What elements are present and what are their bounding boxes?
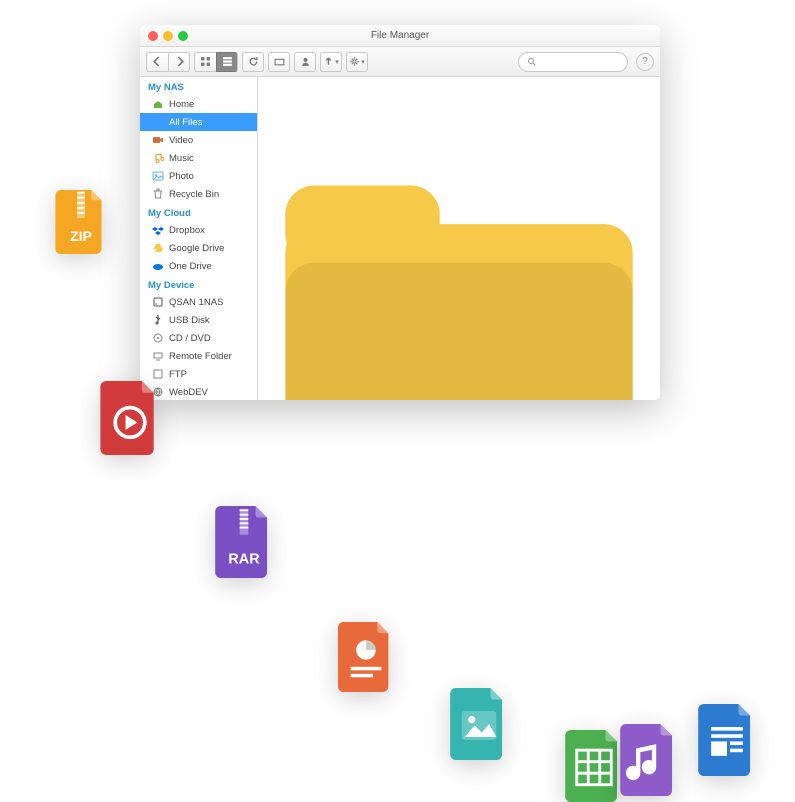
grid-view-button[interactable] <box>194 52 216 72</box>
ftp-icon <box>152 368 164 380</box>
sidebar-item-remote-folder[interactable]: Remote Folder <box>140 347 257 365</box>
remote-icon <box>152 350 164 362</box>
toolbar: ▾ ▾ ? <box>140 47 660 77</box>
nav-buttons <box>146 52 190 72</box>
sidebar-item-label: FTP <box>169 369 187 380</box>
view-buttons <box>194 52 238 72</box>
help-button[interactable]: ? <box>636 53 654 71</box>
file-manager-window: File Manager ▾ ▾ ? My NAS Home All Files Vi… <box>140 25 660 400</box>
sidebar-item-label: Home <box>169 99 194 110</box>
decoration-pres-icon <box>338 622 394 692</box>
sidebar-item-music[interactable]: Music <box>140 149 257 167</box>
titlebar: File Manager <box>140 25 660 47</box>
sidebar-item-label: WebDEV <box>169 387 208 398</box>
sidebar-item-photo[interactable]: Photo <box>140 167 257 185</box>
decoration-doc-icon <box>698 704 756 776</box>
minimize-button[interactable] <box>163 31 173 41</box>
sidebar-item-cd-dvd[interactable]: CD / DVD <box>140 329 257 347</box>
sidebar-item-dropbox[interactable]: Dropbox <box>140 221 257 239</box>
user-button[interactable] <box>294 52 316 72</box>
sidebar-item-label: Photo <box>169 171 194 182</box>
sidebar-item-label: One Drive <box>169 261 212 272</box>
file-item-folder[interactable] <box>266 89 652 400</box>
folder-icon <box>152 116 164 128</box>
decoration-play-icon <box>100 381 160 455</box>
usb-icon <box>152 314 164 326</box>
sidebar-section-header: My Device <box>140 275 257 293</box>
content-area: RARRARZIP <box>258 77 660 400</box>
sidebar-item-qsan-1nas[interactable]: QSAN 1NAS <box>140 293 257 311</box>
maximize-button[interactable] <box>178 31 188 41</box>
search-icon <box>527 57 537 67</box>
sidebar-item-label: All Files <box>169 117 202 128</box>
sidebar-item-video[interactable]: Video <box>140 131 257 149</box>
sidebar-section-header: My Cloud <box>140 203 257 221</box>
svg-text:RAR: RAR <box>228 552 260 568</box>
sidebar-item-label: QSAN 1NAS <box>169 297 223 308</box>
sidebar-item-label: USB Disk <box>169 315 210 326</box>
dropbox-icon <box>152 224 164 236</box>
sidebar-item-one-drive[interactable]: One Drive <box>140 257 257 275</box>
file-grid: RARRARZIP <box>266 89 652 400</box>
sidebar-item-label: Music <box>169 153 194 164</box>
search-input[interactable] <box>518 52 628 72</box>
disc-icon <box>152 332 164 344</box>
decoration-rar-icon: RAR <box>215 506 273 578</box>
svg-text:ZIP: ZIP <box>70 228 92 244</box>
sidebar-section-header: My NAS <box>140 77 257 95</box>
sidebar-item-label: Google Drive <box>169 243 224 254</box>
traffic-lights <box>148 31 188 41</box>
list-view-button[interactable] <box>216 52 238 72</box>
window-title: File Manager <box>371 30 429 41</box>
sidebar-item-label: Recycle Bin <box>169 189 219 200</box>
sidebar-item-home[interactable]: Home <box>140 95 257 113</box>
decoration-zip-icon: ZIP <box>55 190 107 254</box>
sidebar: My NAS Home All Files Video Music Photo Recycl… <box>140 77 258 400</box>
sidebar-item-all-files[interactable]: All Files <box>140 113 257 131</box>
decoration-sheet-icon <box>565 730 623 802</box>
close-button[interactable] <box>148 31 158 41</box>
back-button[interactable] <box>146 52 168 72</box>
settings-button[interactable]: ▾ <box>346 52 368 72</box>
upload-button[interactable]: ▾ <box>320 52 342 72</box>
sidebar-item-label: Remote Folder <box>169 351 232 362</box>
gdrive-icon <box>152 242 164 254</box>
music-icon <box>152 152 164 164</box>
home-icon <box>152 98 164 110</box>
refresh-button[interactable] <box>242 52 264 72</box>
decoration-music-icon <box>620 724 678 796</box>
sidebar-item-recycle-bin[interactable]: Recycle Bin <box>140 185 257 203</box>
sidebar-item-label: CD / DVD <box>169 333 211 344</box>
forward-button[interactable] <box>168 52 190 72</box>
video-icon <box>152 134 164 146</box>
decoration-image-icon <box>450 688 508 760</box>
photo-icon <box>152 170 164 182</box>
sidebar-item-label: Dropbox <box>169 225 205 236</box>
sidebar-item-usb-disk[interactable]: USB Disk <box>140 311 257 329</box>
sidebar-item-google-drive[interactable]: Google Drive <box>140 239 257 257</box>
onedrive-icon <box>152 260 164 272</box>
nas-icon <box>152 296 164 308</box>
trash-icon <box>152 188 164 200</box>
new-folder-button[interactable] <box>268 52 290 72</box>
sidebar-item-label: Video <box>169 135 193 146</box>
